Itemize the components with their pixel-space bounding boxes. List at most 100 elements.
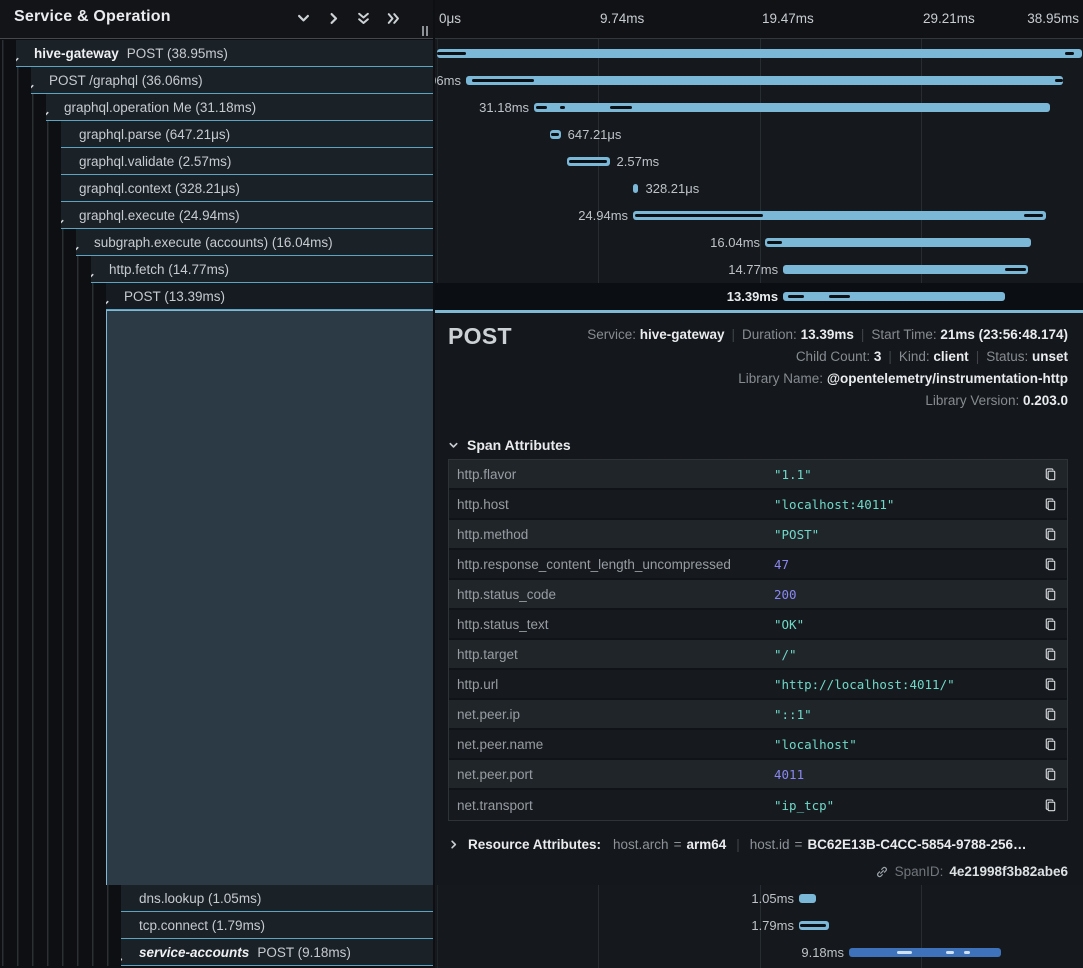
operation-label: graphql.parse (647.21μs)	[79, 127, 230, 142]
chevron-down-icon[interactable]	[16, 54, 20, 65]
chevron-down-icon[interactable]	[106, 297, 110, 308]
copy-icon[interactable]	[1033, 557, 1067, 572]
duration-label: 13.39ms	[727, 289, 778, 304]
copy-icon[interactable]	[1033, 677, 1067, 692]
copy-icon[interactable]	[1033, 767, 1067, 782]
child-span-marker	[569, 160, 607, 163]
copy-icon[interactable]	[1033, 617, 1067, 632]
span-detail-meta: Service: hive-gateway|Duration: 13.39ms|…	[587, 324, 1068, 412]
attribute-row: http.host"localhost:4011"	[449, 490, 1067, 520]
resource-value: BC62E13B-C4CC-5854-9788-256…	[807, 837, 1026, 852]
copy-icon[interactable]	[1033, 798, 1067, 813]
span-tree-row[interactable]: graphql.execute (24.94ms)	[0, 202, 433, 229]
span-tree-row[interactable]: POST (13.39ms)	[0, 283, 433, 310]
span-bar[interactable]	[466, 76, 1063, 85]
attribute-row: net.transport"ip_tcp"	[449, 790, 1067, 820]
expand-one-icon[interactable]	[326, 11, 341, 26]
expand-all-icon[interactable]	[386, 11, 401, 26]
span-tree-row[interactable]: POST /graphql (36.06ms)	[0, 67, 433, 94]
child-span-marker	[788, 295, 804, 298]
meta-value: hive-gateway	[640, 327, 725, 342]
link-icon[interactable]	[875, 865, 889, 879]
span-attributes-header[interactable]: Span Attributes	[448, 437, 571, 453]
span-bar[interactable]	[783, 292, 1005, 301]
operation-label: subgraph.execute (accounts) (16.04ms)	[94, 235, 333, 250]
trace-viewer: 0μs9.74ms19.47ms29.21ms38.95ms 36.06ms 31…	[0, 0, 1083, 968]
copy-icon[interactable]	[1033, 587, 1067, 602]
span-tree-row[interactable]: http.fetch (14.77ms)	[0, 256, 433, 283]
meta-label: Library Version:	[925, 393, 1023, 408]
span-tree-row[interactable]: graphql.parse (647.21μs)	[0, 121, 433, 148]
resource-attributes-row[interactable]: Resource Attributes: host.arch=arm64|hos…	[448, 837, 1027, 852]
duration-label: 36.06ms	[435, 73, 461, 88]
span-tree-row[interactable]: service-accountsPOST (9.18ms)	[0, 939, 433, 966]
span-bar[interactable]	[633, 184, 638, 193]
copy-icon[interactable]	[1033, 737, 1067, 752]
span-tree-row[interactable]: tcp.connect (1.79ms)	[0, 912, 433, 939]
span-bar[interactable]	[849, 948, 1001, 957]
indent-guides	[0, 94, 46, 121]
axis-tick: 19.47ms	[762, 11, 814, 26]
span-tree-row[interactable]: graphql.context (328.21μs)	[0, 175, 433, 202]
panel-resize-handle[interactable]	[422, 26, 428, 36]
span-bar[interactable]	[799, 894, 816, 903]
attribute-row: net.peer.name"localhost"	[449, 730, 1067, 760]
chevron-down-icon[interactable]	[46, 108, 50, 119]
span-bar[interactable]	[783, 265, 1028, 274]
chevron-down-icon[interactable]	[91, 270, 95, 281]
span-tree-row[interactable]: subgraph.execute (accounts) (16.04ms)	[0, 229, 433, 256]
child-span-marker	[897, 951, 912, 954]
timeline-axis: 0μs9.74ms19.47ms29.21ms38.95ms	[435, 0, 1083, 39]
chevron-down-icon[interactable]	[31, 81, 35, 92]
timeline-row: 13.39ms	[435, 283, 1083, 310]
span-tree-row[interactable]: graphql.operation Me (31.18ms)	[0, 94, 433, 121]
chevron-down-icon	[448, 440, 459, 451]
span-attributes-title: Span Attributes	[467, 437, 571, 453]
span-tree-row[interactable]: graphql.validate (2.57ms)	[0, 148, 433, 175]
child-span-marker	[767, 241, 783, 244]
operation-label: POST (38.95ms)	[127, 46, 228, 61]
chevron-right-icon[interactable]	[121, 953, 125, 964]
copy-icon[interactable]	[1033, 527, 1067, 542]
tree-header-title: Service & Operation	[14, 8, 171, 26]
attribute-key: net.transport	[449, 798, 774, 813]
operation-label: graphql.operation Me (31.18ms)	[64, 100, 256, 115]
duration-label: 24.94ms	[578, 208, 628, 223]
attribute-value: 4011	[774, 767, 1033, 782]
meta-label: Status:	[986, 349, 1032, 364]
span-bar[interactable]	[437, 49, 1082, 58]
indent-guides	[0, 202, 61, 229]
child-span-marker	[964, 951, 971, 954]
attribute-value: "ip_tcp"	[774, 798, 1033, 813]
copy-icon[interactable]	[1033, 707, 1067, 722]
attribute-row: net.peer.port4011	[449, 760, 1067, 790]
copy-icon[interactable]	[1033, 647, 1067, 662]
operation-label: graphql.execute (24.94ms)	[79, 208, 240, 223]
meta-value: client	[933, 349, 968, 364]
attribute-row: http.target"/"	[449, 640, 1067, 670]
duration-label: 9.18ms	[801, 945, 844, 960]
span-tree-row[interactable]: dns.lookup (1.05ms)	[0, 885, 433, 912]
chevron-down-icon[interactable]	[76, 243, 80, 254]
timeline-row: 31.18ms	[435, 94, 1083, 121]
meta-label: Service:	[587, 327, 640, 342]
collapse-one-icon[interactable]	[296, 11, 311, 26]
attribute-key: net.peer.port	[449, 767, 774, 782]
attribute-row: http.status_text"OK"	[449, 610, 1067, 640]
copy-icon[interactable]	[1033, 497, 1067, 512]
duration-label: 647.21μs	[568, 127, 622, 142]
timeline-row: 1.79ms	[435, 912, 1083, 939]
child-span-marker	[946, 951, 953, 954]
span-bar[interactable]	[765, 238, 1031, 247]
span-tree-row[interactable]: hive-gatewayPOST (38.95ms)	[0, 40, 433, 67]
duration-label: 1.05ms	[751, 891, 794, 906]
chevron-down-icon[interactable]	[61, 216, 65, 227]
attribute-row: http.url"http://localhost:4011/"	[449, 670, 1067, 700]
attribute-row: http.status_code200	[449, 580, 1067, 610]
copy-icon[interactable]	[1033, 467, 1067, 482]
meta-value: @opentelemetry/instrumentation-http	[827, 371, 1068, 386]
selected-span-region	[0, 310, 433, 885]
attribute-key: net.peer.name	[449, 737, 774, 752]
collapse-all-icon[interactable]	[356, 11, 371, 26]
operation-label: dns.lookup (1.05ms)	[139, 891, 261, 906]
